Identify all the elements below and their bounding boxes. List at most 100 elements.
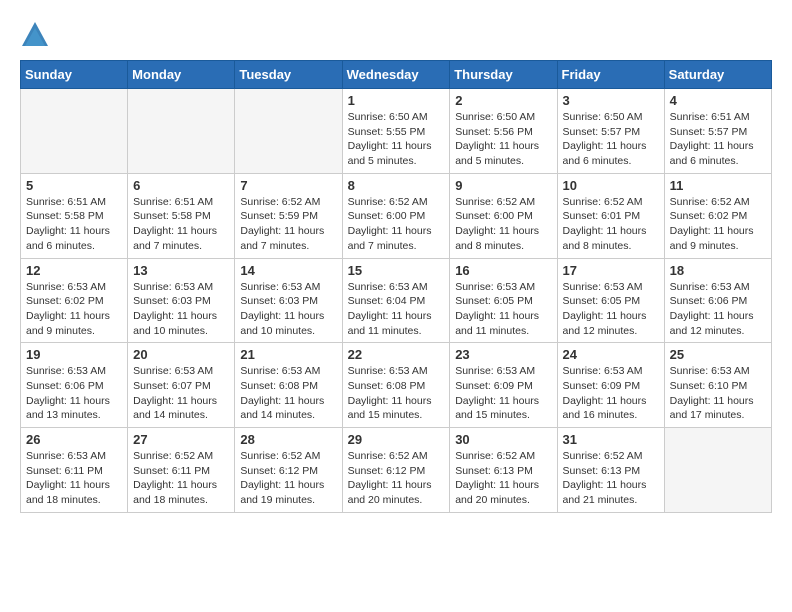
calendar-cell: 24 Sunrise: 6:53 AMSunset: 6:09 PMDayligh…: [557, 343, 664, 428]
day-info: Sunrise: 6:53 AMSunset: 6:08 PMDaylight:…: [348, 364, 445, 423]
calendar-cell: 9 Sunrise: 6:52 AMSunset: 6:00 PMDaylight…: [450, 173, 557, 258]
day-number: 24: [563, 347, 659, 362]
day-number: 17: [563, 263, 659, 278]
weekday-header: Monday: [128, 61, 235, 89]
calendar-cell: 1 Sunrise: 6:50 AMSunset: 5:55 PMDaylight…: [342, 89, 450, 174]
calendar-cell: 19 Sunrise: 6:53 AMSunset: 6:06 PMDayligh…: [21, 343, 128, 428]
calendar-cell: 6 Sunrise: 6:51 AMSunset: 5:58 PMDaylight…: [128, 173, 235, 258]
calendar-cell: 20 Sunrise: 6:53 AMSunset: 6:07 PMDayligh…: [128, 343, 235, 428]
calendar-cell: 27 Sunrise: 6:52 AMSunset: 6:11 PMDayligh…: [128, 428, 235, 513]
calendar-cell: 28 Sunrise: 6:52 AMSunset: 6:12 PMDayligh…: [235, 428, 342, 513]
day-number: 29: [348, 432, 445, 447]
day-number: 20: [133, 347, 229, 362]
calendar-cell: 25 Sunrise: 6:53 AMSunset: 6:10 PMDayligh…: [664, 343, 771, 428]
day-info: Sunrise: 6:53 AMSunset: 6:06 PMDaylight:…: [26, 364, 122, 423]
day-info: Sunrise: 6:53 AMSunset: 6:02 PMDaylight:…: [26, 280, 122, 339]
day-info: Sunrise: 6:51 AMSunset: 5:58 PMDaylight:…: [133, 195, 229, 254]
day-info: Sunrise: 6:50 AMSunset: 5:57 PMDaylight:…: [563, 110, 659, 169]
calendar-cell: 21 Sunrise: 6:53 AMSunset: 6:08 PMDayligh…: [235, 343, 342, 428]
day-info: Sunrise: 6:51 AMSunset: 5:57 PMDaylight:…: [670, 110, 766, 169]
day-info: Sunrise: 6:53 AMSunset: 6:05 PMDaylight:…: [563, 280, 659, 339]
day-number: 1: [348, 93, 445, 108]
day-number: 21: [240, 347, 336, 362]
day-info: Sunrise: 6:53 AMSunset: 6:10 PMDaylight:…: [670, 364, 766, 423]
day-info: Sunrise: 6:52 AMSunset: 6:13 PMDaylight:…: [455, 449, 551, 508]
day-info: Sunrise: 6:52 AMSunset: 6:00 PMDaylight:…: [348, 195, 445, 254]
day-info: Sunrise: 6:52 AMSunset: 6:01 PMDaylight:…: [563, 195, 659, 254]
weekday-header: Wednesday: [342, 61, 450, 89]
calendar-week-row: 26Sunrise: 6:53 AMSunset: 6:11 PMDayligh…: [21, 428, 772, 513]
day-number: 16: [455, 263, 551, 278]
day-number: 25: [670, 347, 766, 362]
calendar-cell: 2 Sunrise: 6:50 AMSunset: 5:56 PMDaylight…: [450, 89, 557, 174]
calendar-cell: 29 Sunrise: 6:52 AMSunset: 6:12 PMDayligh…: [342, 428, 450, 513]
day-number: 15: [348, 263, 445, 278]
calendar-cell: 13 Sunrise: 6:53 AMSunset: 6:03 PMDayligh…: [128, 258, 235, 343]
logo: [20, 20, 54, 50]
day-info: Sunrise: 6:53 AMSunset: 6:05 PMDaylight:…: [455, 280, 551, 339]
day-number: 2: [455, 93, 551, 108]
day-number: 9: [455, 178, 551, 193]
calendar-cell: [21, 89, 128, 174]
weekday-header: Tuesday: [235, 61, 342, 89]
weekday-header-row: SundayMondayTuesdayWednesdayThursdayFrid…: [21, 61, 772, 89]
calendar-cell: 22 Sunrise: 6:53 AMSunset: 6:08 PMDayligh…: [342, 343, 450, 428]
calendar-cell: 18 Sunrise: 6:53 AMSunset: 6:06 PMDayligh…: [664, 258, 771, 343]
day-number: 31: [563, 432, 659, 447]
day-info: Sunrise: 6:53 AMSunset: 6:03 PMDaylight:…: [240, 280, 336, 339]
calendar-cell: 12 Sunrise: 6:53 AMSunset: 6:02 PMDayligh…: [21, 258, 128, 343]
day-number: 28: [240, 432, 336, 447]
calendar-cell: 16 Sunrise: 6:53 AMSunset: 6:05 PMDayligh…: [450, 258, 557, 343]
calendar-cell: 30Sunrise: 6:52 AMSunset: 6:13 PMDayligh…: [450, 428, 557, 513]
calendar-cell: 26Sunrise: 6:53 AMSunset: 6:11 PMDayligh…: [21, 428, 128, 513]
day-info: Sunrise: 6:52 AMSunset: 6:12 PMDaylight:…: [348, 449, 445, 508]
day-info: Sunrise: 6:53 AMSunset: 6:03 PMDaylight:…: [133, 280, 229, 339]
calendar-week-row: 12 Sunrise: 6:53 AMSunset: 6:02 PMDayligh…: [21, 258, 772, 343]
day-number: 12: [26, 263, 122, 278]
day-info: Sunrise: 6:50 AMSunset: 5:55 PMDaylight:…: [348, 110, 445, 169]
day-info: Sunrise: 6:52 AMSunset: 6:02 PMDaylight:…: [670, 195, 766, 254]
calendar-cell: 23 Sunrise: 6:53 AMSunset: 6:09 PMDayligh…: [450, 343, 557, 428]
day-info: Sunrise: 6:52 AMSunset: 5:59 PMDaylight:…: [240, 195, 336, 254]
day-info: Sunrise: 6:53 AMSunset: 6:09 PMDaylight:…: [455, 364, 551, 423]
day-info: Sunrise: 6:53 AMSunset: 6:09 PMDaylight:…: [563, 364, 659, 423]
page-header: [20, 20, 772, 50]
calendar-cell: 4 Sunrise: 6:51 AMSunset: 5:57 PMDaylight…: [664, 89, 771, 174]
day-number: 13: [133, 263, 229, 278]
day-number: 18: [670, 263, 766, 278]
weekday-header: Thursday: [450, 61, 557, 89]
calendar-cell: 17 Sunrise: 6:53 AMSunset: 6:05 PMDayligh…: [557, 258, 664, 343]
calendar-cell: [128, 89, 235, 174]
calendar-cell: 5Sunrise: 6:51 AMSunset: 5:58 PMDaylight…: [21, 173, 128, 258]
day-info: Sunrise: 6:52 AMSunset: 6:12 PMDaylight:…: [240, 449, 336, 508]
calendar-cell: 3Sunrise: 6:50 AMSunset: 5:57 PMDaylight…: [557, 89, 664, 174]
day-info: Sunrise: 6:52 AMSunset: 6:13 PMDaylight:…: [563, 449, 659, 508]
calendar-cell: 11 Sunrise: 6:52 AMSunset: 6:02 PMDayligh…: [664, 173, 771, 258]
day-number: 11: [670, 178, 766, 193]
calendar-cell: 8Sunrise: 6:52 AMSunset: 6:00 PMDaylight…: [342, 173, 450, 258]
day-number: 22: [348, 347, 445, 362]
day-info: Sunrise: 6:52 AMSunset: 6:00 PMDaylight:…: [455, 195, 551, 254]
day-info: Sunrise: 6:53 AMSunset: 6:07 PMDaylight:…: [133, 364, 229, 423]
calendar-week-row: 1 Sunrise: 6:50 AMSunset: 5:55 PMDaylight…: [21, 89, 772, 174]
day-info: Sunrise: 6:50 AMSunset: 5:56 PMDaylight:…: [455, 110, 551, 169]
day-info: Sunrise: 6:53 AMSunset: 6:08 PMDaylight:…: [240, 364, 336, 423]
calendar-cell: [235, 89, 342, 174]
calendar-cell: 7 Sunrise: 6:52 AMSunset: 5:59 PMDaylight…: [235, 173, 342, 258]
day-number: 23: [455, 347, 551, 362]
day-number: 19: [26, 347, 122, 362]
day-info: Sunrise: 6:53 AMSunset: 6:06 PMDaylight:…: [670, 280, 766, 339]
calendar-cell: 10Sunrise: 6:52 AMSunset: 6:01 PMDayligh…: [557, 173, 664, 258]
calendar-cell: 31 Sunrise: 6:52 AMSunset: 6:13 PMDayligh…: [557, 428, 664, 513]
day-number: 7: [240, 178, 336, 193]
day-number: 27: [133, 432, 229, 447]
day-info: Sunrise: 6:52 AMSunset: 6:11 PMDaylight:…: [133, 449, 229, 508]
logo-icon: [20, 20, 50, 50]
calendar-week-row: 5Sunrise: 6:51 AMSunset: 5:58 PMDaylight…: [21, 173, 772, 258]
calendar-cell: 14Sunrise: 6:53 AMSunset: 6:03 PMDayligh…: [235, 258, 342, 343]
weekday-header: Sunday: [21, 61, 128, 89]
day-number: 6: [133, 178, 229, 193]
day-number: 4: [670, 93, 766, 108]
day-info: Sunrise: 6:51 AMSunset: 5:58 PMDaylight:…: [26, 195, 122, 254]
day-info: Sunrise: 6:53 AMSunset: 6:04 PMDaylight:…: [348, 280, 445, 339]
